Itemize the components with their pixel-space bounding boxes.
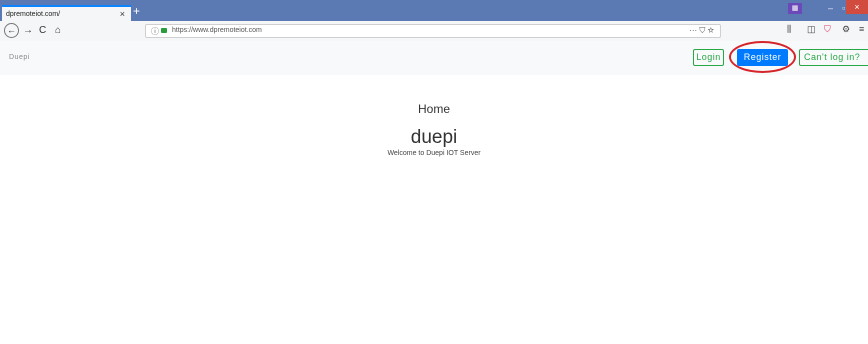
new-tab-icon[interactable]: + [133,4,140,18]
login-button[interactable]: Login [693,49,724,66]
window-close-icon[interactable]: × [846,0,868,14]
browser-tab[interactable]: dpremoteiot.com/ × [2,5,131,21]
library-icon[interactable]: ⫼ [787,24,791,35]
page-title: Home [417,102,450,116]
browser-title-bar: dpremoteiot.com/ × + ▦ – ▫ × [0,0,868,21]
menu-icon[interactable]: ≡ [859,24,864,34]
site-brand[interactable]: Duepi [9,54,30,61]
back-icon[interactable]: ← [4,23,19,38]
browser-nav-bar: ← → C ⌂ ⓘ https://www.dpremoteiot.com ··… [0,21,868,42]
page-actions-icon[interactable]: ··· ⛉ ☆ [689,26,714,36]
url-text[interactable]: https://www.dpremoteiot.com [172,27,262,34]
pocket-icon[interactable]: ⛉ [824,24,831,35]
home-icon[interactable]: ⌂ [55,24,61,37]
tab-title: dpremoteiot.com/ [6,10,61,18]
lock-icon [161,28,167,33]
extension-badge-icon[interactable]: ▦ [788,3,802,14]
minimize-icon[interactable]: – [828,3,833,13]
info-icon[interactable]: ⓘ [151,26,159,37]
site-name-heading: duepi [410,127,458,148]
register-button[interactable]: Register [737,49,788,66]
restore-icon[interactable]: ▫ [842,3,845,13]
site-navbar: Duepi Login Register Can't log in? [0,41,868,75]
forward-icon[interactable]: → [23,24,33,37]
tab-close-icon[interactable]: × [120,9,125,19]
reload-icon[interactable]: C [39,24,46,37]
welcome-text: Welcome to Duepi IOT Server [387,150,481,157]
cant-login-button[interactable]: Can't log in? [799,49,868,66]
sidebar-icon[interactable]: ◫ [807,24,816,35]
url-bar[interactable]: ⓘ https://www.dpremoteiot.com ··· ⛉ ☆ [145,24,721,38]
extension-icon[interactable]: ⚙ [842,24,850,35]
